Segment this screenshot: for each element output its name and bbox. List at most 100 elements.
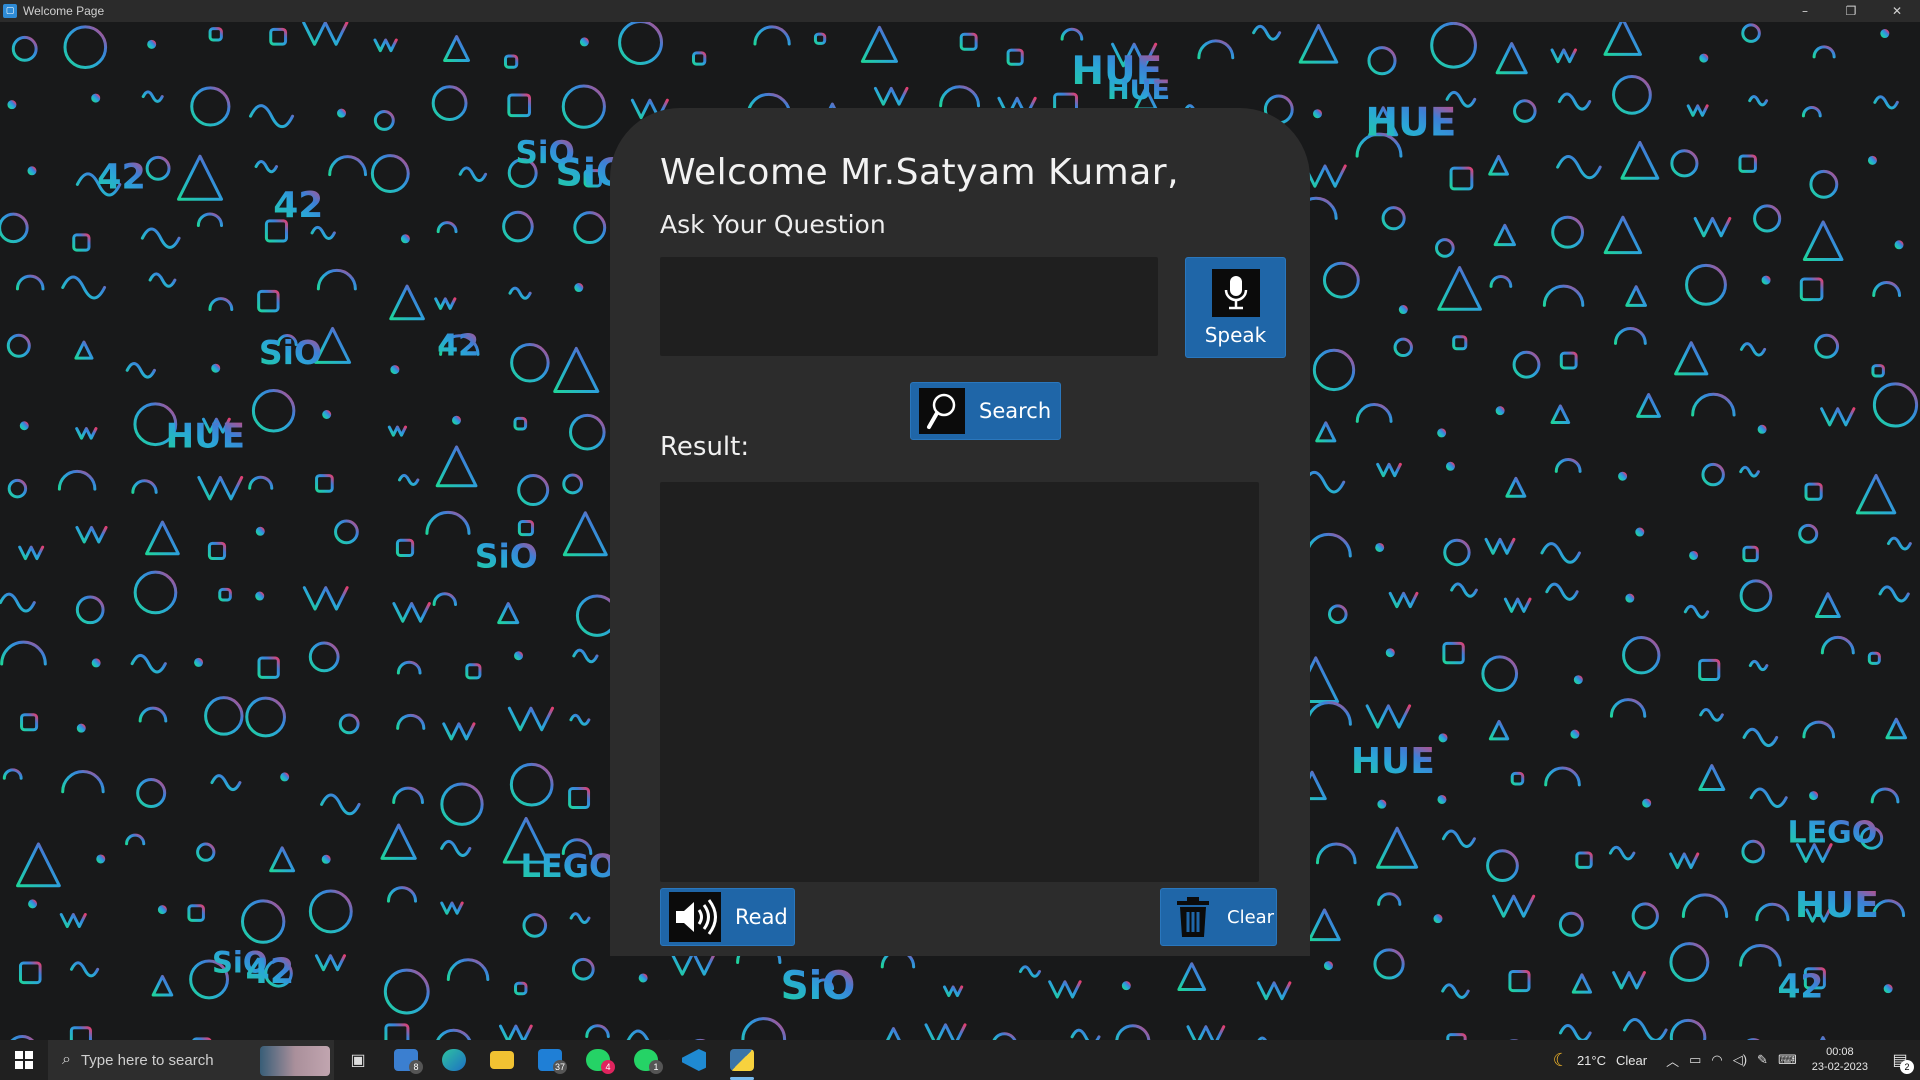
doodle-shape xyxy=(562,511,608,557)
doodle-shape xyxy=(1312,348,1356,392)
doodle-shape xyxy=(196,842,216,862)
trash-icon xyxy=(1171,893,1215,941)
doodle-shape xyxy=(1669,852,1700,870)
doodle-shape xyxy=(315,474,334,493)
restore-button[interactable]: ❐ xyxy=(1828,0,1874,22)
doodle-shape xyxy=(1385,648,1395,658)
doodle-shape xyxy=(211,363,221,373)
task-view-icon[interactable]: ▣ xyxy=(334,1040,382,1080)
doodle-shape xyxy=(1809,791,1819,801)
close-button[interactable]: ✕ xyxy=(1874,0,1920,22)
mail-app-icon[interactable]: 8 xyxy=(382,1040,430,1080)
doodle-shape xyxy=(1437,428,1447,438)
python-app-icon[interactable] xyxy=(718,1040,766,1080)
doodle-word: SiO xyxy=(516,135,575,171)
weather-widget[interactable]: ☾ 21°C Clear xyxy=(1553,1050,1647,1071)
doodle-shape xyxy=(148,272,177,288)
doodle-shape xyxy=(452,415,462,425)
edge-browser-icon[interactable] xyxy=(430,1040,478,1080)
notification-center-icon[interactable]: ▤ 2 xyxy=(1880,1040,1920,1080)
wifi-icon[interactable]: ◠ xyxy=(1711,1052,1722,1068)
doodle-shape xyxy=(1512,350,1541,379)
main-panel: Welcome Mr.Satyam Kumar, Ask Your Questi… xyxy=(610,108,1310,956)
file-explorer-icon[interactable] xyxy=(478,1040,526,1080)
doodle-shape xyxy=(440,901,464,915)
clear-button[interactable]: Clear xyxy=(1160,888,1277,946)
search-button[interactable]: Search xyxy=(910,382,1061,440)
doodle-shape xyxy=(251,388,296,433)
doodle-shape xyxy=(1393,337,1413,358)
welcome-heading: Welcome Mr.Satyam Kumar, xyxy=(660,152,1180,193)
outlook-app-icon[interactable]: 37 xyxy=(526,1040,574,1080)
volume-icon[interactable]: ◁) xyxy=(1733,1052,1747,1068)
doodle-shape xyxy=(1618,471,1628,481)
doodle-shape xyxy=(561,84,606,129)
clock-time: 00:08 xyxy=(1826,1046,1854,1058)
doodle-shape xyxy=(11,35,38,62)
doodle-shape xyxy=(1699,53,1709,63)
doodle-shape xyxy=(860,25,898,63)
read-button[interactable]: Read xyxy=(660,888,795,946)
doodle-shape xyxy=(502,210,534,243)
doodle-shape xyxy=(1883,984,1893,994)
battery-icon[interactable]: ▭ xyxy=(1689,1052,1701,1068)
taskbar-search-box[interactable]: ⌕ Type here to search xyxy=(48,1040,334,1080)
doodle-shape xyxy=(572,648,599,664)
doodle-shape xyxy=(436,1028,472,1040)
doodle-shape xyxy=(1437,794,1447,804)
doodle-shape xyxy=(1885,717,1908,740)
speak-button[interactable]: Speak xyxy=(1185,257,1286,358)
chevron-up-icon[interactable]: ︿ xyxy=(1666,1051,1679,1070)
doodle-shape xyxy=(1298,23,1339,64)
whatsapp-business-icon[interactable]: 1 xyxy=(622,1040,670,1080)
doodle-word: 42 xyxy=(1777,967,1823,1006)
doodle-shape xyxy=(310,225,336,240)
doodle-shape xyxy=(1814,592,1841,619)
doodle-shape xyxy=(1748,95,1769,107)
doodle-shape xyxy=(338,713,360,735)
doodle-shape xyxy=(1377,892,1402,906)
search-icon: ⌕ xyxy=(62,1051,71,1068)
doodle-shape xyxy=(440,782,484,826)
doodle-shape xyxy=(28,899,38,909)
pen-icon[interactable]: ✎ xyxy=(1757,1052,1768,1068)
doodle-shape xyxy=(1308,908,1341,942)
doodle-shape xyxy=(1886,536,1912,551)
doodle-shape xyxy=(1443,538,1471,567)
doodle-shape xyxy=(517,520,535,537)
minimize-button[interactable]: – xyxy=(1782,0,1828,22)
taskbar-search-placeholder: Type here to search xyxy=(80,1051,214,1069)
keyboard-icon[interactable]: ⌨ xyxy=(1778,1052,1797,1068)
doodle-shape xyxy=(320,793,361,816)
doodle-shape xyxy=(69,1026,92,1040)
doodle-shape xyxy=(255,591,265,601)
result-textarea[interactable] xyxy=(660,482,1259,882)
doodle-shape xyxy=(1186,1025,1226,1040)
doodle-shape xyxy=(569,413,606,451)
doodle-shape xyxy=(337,108,347,118)
window-controls: – ❐ ✕ xyxy=(1782,0,1920,22)
clock[interactable]: 00:08 23-02-2023 xyxy=(1812,1045,1868,1075)
search-highlight-image xyxy=(260,1046,330,1076)
doodle-shape xyxy=(1622,1018,1668,1040)
search-button-label: Search xyxy=(979,399,1052,423)
doodle-shape xyxy=(514,981,528,996)
doodle-shape xyxy=(1435,238,1455,258)
doodle-shape xyxy=(1742,545,1759,563)
doodle-shape xyxy=(1753,204,1782,233)
doodle-shape xyxy=(510,343,550,383)
doodle-shape xyxy=(254,160,279,174)
question-input[interactable] xyxy=(660,257,1158,356)
vscode-icon[interactable] xyxy=(670,1040,718,1080)
doodle-shape xyxy=(1570,729,1580,739)
doodle-shape xyxy=(208,27,223,42)
whatsapp-icon[interactable]: 4 xyxy=(574,1040,622,1080)
doodle-shape xyxy=(1812,45,1836,59)
doodle-shape xyxy=(1741,839,1765,864)
doodle-shape xyxy=(513,416,528,431)
start-button[interactable] xyxy=(0,1040,48,1080)
doodle-shape xyxy=(508,286,532,300)
clock-date: 23-02-2023 xyxy=(1811,1061,1868,1073)
doodle-shape xyxy=(248,475,274,490)
doodle-shape xyxy=(395,538,415,558)
